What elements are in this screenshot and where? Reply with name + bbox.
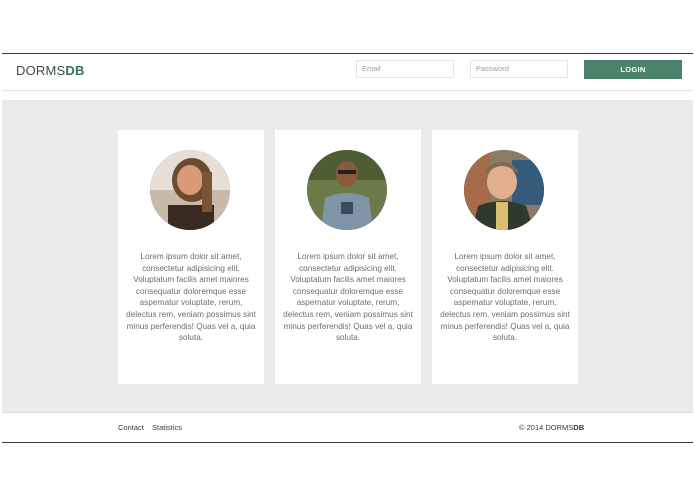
email-input[interactable]: Email (356, 60, 454, 78)
footer-link-statistics[interactable]: Statistics (152, 423, 182, 432)
brand-light-text: DORMS (16, 63, 66, 78)
brand-logo[interactable]: DORMSDB (16, 63, 85, 78)
avatar-photo-woman (150, 150, 230, 230)
footer: Contact Statistics © 2014 DORMSDB (2, 412, 693, 442)
footer-link-contact[interactable]: Contact (118, 423, 144, 432)
avatar-photo-man-smiling (464, 150, 544, 230)
avatar-photo-man-sunglasses (307, 150, 387, 230)
card-text: Lorem ipsum dolor sit amet, consectetur … (440, 252, 570, 343)
profile-card: Lorem ipsum dolor sit amet, consectetur … (275, 130, 421, 384)
top-navbar: DORMSDB Email Password LOGIN (2, 54, 693, 91)
copyright-bold: DB (573, 423, 585, 432)
avatar (150, 150, 230, 230)
app-frame: DORMSDB Email Password LOGIN Lorem ipsum… (2, 53, 693, 443)
copyright-prefix: © 2014 DORMS (519, 423, 574, 432)
brand-bold-text: DB (65, 63, 85, 78)
card-text: Lorem ipsum dolor sit amet, consectetur … (283, 252, 413, 343)
profile-card: Lorem ipsum dolor sit amet, consectetur … (118, 130, 264, 384)
header-spacer (2, 91, 693, 100)
login-button[interactable]: LOGIN (584, 60, 682, 79)
profile-card: Lorem ipsum dolor sit amet, consectetur … (432, 130, 578, 384)
avatar (464, 150, 544, 230)
card-text: Lorem ipsum dolor sit amet, consectetur … (126, 252, 256, 343)
profile-cards: Lorem ipsum dolor sit amet, consectetur … (118, 130, 580, 384)
avatar (307, 150, 387, 230)
password-input[interactable]: Password (470, 60, 568, 78)
copyright-text: © 2014 DORMSDB (519, 423, 584, 432)
